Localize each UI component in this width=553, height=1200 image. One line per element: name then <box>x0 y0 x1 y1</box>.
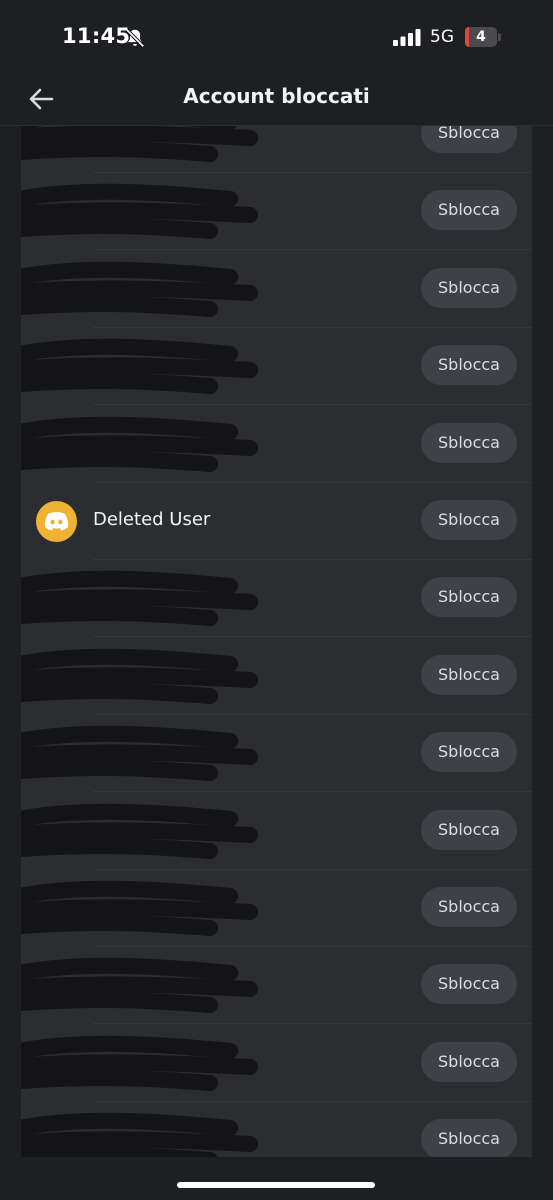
unblock-button[interactable]: Sblocca <box>421 345 517 386</box>
blocked-user-row: Sblocca <box>21 251 532 328</box>
unblock-button[interactable]: Sblocca <box>421 654 517 695</box>
blocked-user-row: Sblocca <box>21 406 532 483</box>
unblock-button[interactable]: Sblocca <box>421 267 517 308</box>
redaction-scribble <box>21 725 258 782</box>
username: Deleted User <box>93 509 211 530</box>
blocked-user-row: Sblocca <box>21 715 532 793</box>
blocked-user-row: Sblocca <box>21 870 532 947</box>
blocked-user-row: Sblocca <box>21 328 532 406</box>
redaction-scribble <box>21 958 258 1014</box>
redaction-scribble <box>21 571 258 627</box>
network-type: 5G <box>430 27 454 47</box>
redaction-scribble <box>21 803 258 859</box>
redaction-scribble <box>21 338 258 395</box>
status-time: 11:45 <box>62 24 131 48</box>
redaction-scribble <box>21 1112 258 1157</box>
unblock-button[interactable]: Sblocca <box>421 500 517 540</box>
blocked-user-row: Sblocca <box>21 1025 532 1102</box>
blocked-user-row: Sblocca <box>21 1102 532 1157</box>
status-bar: 11:45 5G 4 <box>0 0 553 75</box>
blocked-user-row: Sblocca <box>21 173 532 251</box>
bell-muted-icon <box>125 28 145 48</box>
home-indicator[interactable] <box>177 1182 375 1188</box>
redaction-scribble <box>21 261 258 317</box>
unblock-button[interactable]: Sblocca <box>421 577 517 618</box>
unblock-button[interactable]: Sblocca <box>421 1041 517 1082</box>
blocked-user-row: Sblocca <box>21 126 532 173</box>
blocked-users-list[interactable]: Sblocca Sblocca Sblocca Sblocca Sblocca Delet… <box>21 126 532 1157</box>
blocked-user-row: Sblocca <box>21 947 532 1025</box>
signal-bars-icon <box>393 29 421 46</box>
blocked-user-row: Sblocca <box>21 560 532 638</box>
unblock-button[interactable]: Sblocca <box>421 422 517 463</box>
unblock-button[interactable]: Sblocca <box>421 190 517 231</box>
battery-icon: 4 <box>465 27 501 47</box>
unblock-button[interactable]: Sblocca <box>421 809 517 850</box>
discord-logo-icon <box>44 512 69 531</box>
redaction-scribble <box>21 880 258 936</box>
unblock-button[interactable]: Sblocca <box>421 1119 517 1157</box>
blocked-user-row: Deleted User Sblocca <box>21 483 532 560</box>
battery-level: 4 <box>476 29 486 45</box>
unblock-button[interactable]: Sblocca <box>421 964 517 1005</box>
blocked-user-row: Sblocca <box>21 638 532 715</box>
redaction-scribble <box>21 126 258 162</box>
unblock-button[interactable]: Sblocca <box>421 732 517 773</box>
page-title: Account bloccati <box>183 84 370 108</box>
avatar <box>36 501 77 542</box>
redaction-scribble <box>21 184 258 240</box>
unblock-button[interactable]: Sblocca <box>421 887 517 927</box>
blocked-user-row: Sblocca <box>21 793 532 870</box>
redaction-scribble <box>21 1035 258 1091</box>
redaction-scribble <box>21 648 258 704</box>
redaction-scribble <box>21 416 258 472</box>
unblock-button[interactable]: Sblocca <box>421 126 517 153</box>
header: Account bloccati <box>0 75 553 126</box>
